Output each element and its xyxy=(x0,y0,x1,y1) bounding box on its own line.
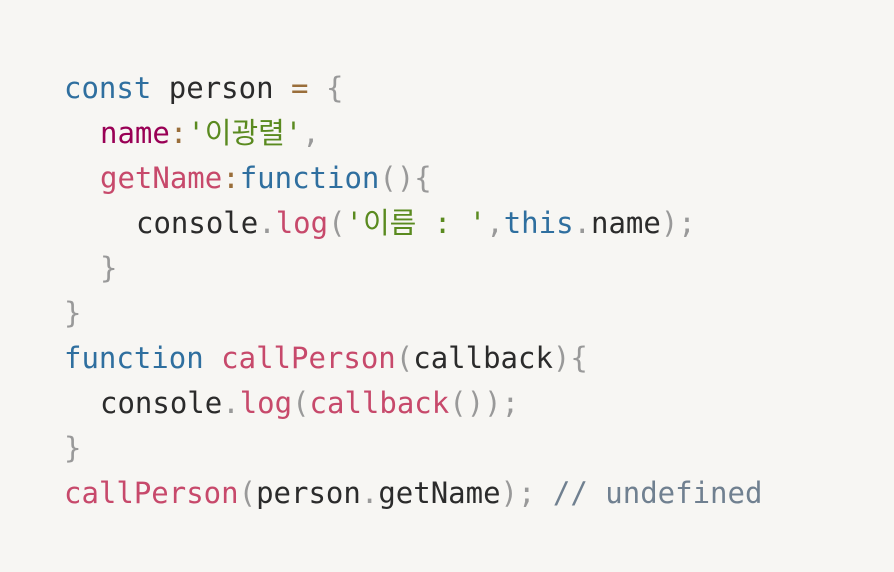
call-callPerson: callPerson xyxy=(64,476,239,510)
dot: . xyxy=(573,206,591,240)
string-literal: '이광렬' xyxy=(187,116,303,150)
string-literal: '이름 : ' xyxy=(345,206,487,240)
param-callback: callback xyxy=(413,341,553,375)
open-paren: ( xyxy=(395,341,414,375)
code-line-7: function callPerson(callback){ xyxy=(64,336,894,381)
parens-brace: (){ xyxy=(379,161,432,195)
property-name: name xyxy=(591,206,661,240)
log-function: log xyxy=(239,386,293,420)
open-paren: ( xyxy=(292,386,310,420)
code-line-5: } xyxy=(64,246,894,291)
dot: . xyxy=(258,206,276,240)
close-paren: ); xyxy=(500,476,536,510)
callback-call: callback xyxy=(309,386,450,420)
assign-operator: = xyxy=(291,71,309,105)
keyword-const: const xyxy=(64,71,152,105)
code-line-6: } xyxy=(64,291,894,336)
console-object: console xyxy=(136,206,259,240)
close-brace: } xyxy=(64,296,82,330)
open-paren: ( xyxy=(238,476,257,510)
code-line-9: } xyxy=(64,426,894,471)
close-brace: } xyxy=(64,431,82,465)
variable-person: person xyxy=(168,71,274,105)
log-function: log xyxy=(275,206,329,240)
property-getName: getName xyxy=(378,476,501,510)
person-object: person xyxy=(256,476,361,510)
console-object: console xyxy=(100,386,223,420)
comma: , xyxy=(302,116,320,150)
close-paren: ); xyxy=(660,206,696,240)
code-line-4: console.log('이름 : ',this.name); xyxy=(64,201,894,246)
dot: . xyxy=(360,476,379,510)
function-callPerson: callPerson xyxy=(221,341,396,375)
method-getName: getName xyxy=(100,161,223,195)
open-brace: { xyxy=(325,71,344,105)
close-brace: } xyxy=(100,251,118,285)
code-block: const person = { name:'이광렬', getName:fun… xyxy=(0,0,894,572)
keyword-this: this xyxy=(503,206,574,240)
code-line-8: console.log(callback()); xyxy=(64,381,894,426)
code-line-3: getName:function(){ xyxy=(64,156,894,201)
close-parens: ()); xyxy=(449,386,520,420)
dot: . xyxy=(222,386,240,420)
keyword-function: function xyxy=(239,161,380,195)
colon: : xyxy=(169,116,188,150)
colon: : xyxy=(222,161,240,195)
code-line-2: name:'이광렬', xyxy=(64,111,894,156)
code-line-1: const person = { xyxy=(64,66,894,111)
open-paren: ( xyxy=(328,206,346,240)
code-line-10: callPerson(person.getName); // undefined xyxy=(64,471,894,516)
property-name: name xyxy=(100,116,170,150)
keyword-function: function xyxy=(64,341,204,375)
close-paren-brace: ){ xyxy=(552,341,588,375)
comment: // undefined xyxy=(552,476,763,510)
comma: , xyxy=(486,206,504,240)
